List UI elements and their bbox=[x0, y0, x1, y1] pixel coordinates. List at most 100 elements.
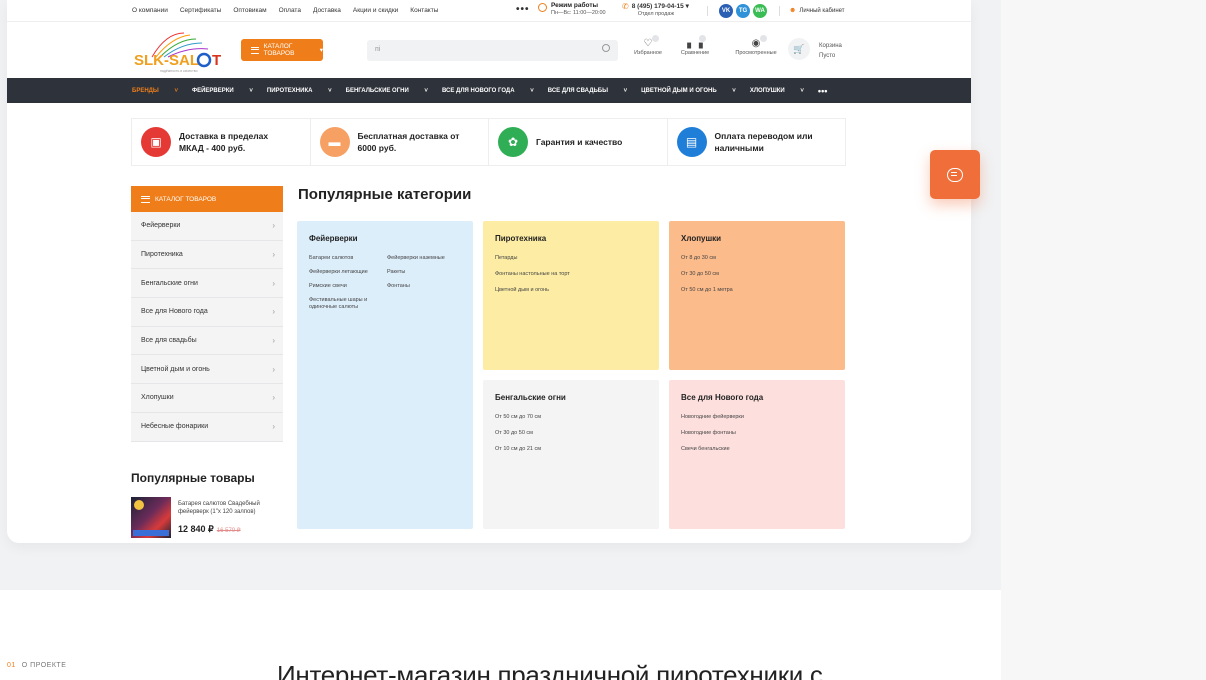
vk-icon[interactable]: VK bbox=[719, 4, 733, 18]
sidebar-item-lanterns[interactable]: Небесные фонарики › bbox=[131, 413, 283, 442]
card-link[interactable]: Фестивальные шары и одиночные салюты bbox=[309, 297, 387, 311]
popular-goods-title: Популярные товары bbox=[131, 471, 255, 485]
product-image[interactable] bbox=[131, 497, 171, 538]
card-link[interactable]: Свечи бенгальские bbox=[681, 446, 833, 453]
nav-item-smoke[interactable]: ЦВЕТНОЙ ДЫМ И ОГОНЬ ˅ bbox=[641, 88, 736, 94]
catalog-button-label: КАТАЛОГ ТОВАРОВ bbox=[263, 43, 295, 57]
viewed-button[interactable]: ◉ Просмотренные bbox=[730, 35, 782, 56]
nav-more-button[interactable]: ••• bbox=[818, 86, 827, 96]
favorites-label: Избранное bbox=[634, 50, 662, 56]
top-link-certificates[interactable]: Сертификаты bbox=[180, 7, 221, 14]
product-card[interactable]: Батарея салютов Свадебный фейерверк (1"х… bbox=[131, 497, 283, 541]
chevron-right-icon: › bbox=[272, 250, 275, 260]
card-link[interactable]: Новогодние фонтаны bbox=[681, 430, 833, 437]
benefit-guarantee: ✿ Гарантия и качество bbox=[489, 119, 668, 165]
top-link-contacts[interactable]: Контакты bbox=[410, 7, 438, 14]
category-card-sparklers[interactable]: Бенгальские огни От 50 см до 70 см От 30… bbox=[483, 380, 659, 529]
nav-item-wedding[interactable]: ВСЕ ДЛЯ СВАДЬБЫ ˅ bbox=[548, 88, 627, 94]
site-logo[interactable]: SLK-SAL T надёжность и качество bbox=[132, 31, 227, 73]
top-link-about[interactable]: О компании bbox=[132, 7, 168, 14]
card-title[interactable]: Пиротехника bbox=[495, 234, 647, 243]
section-label: О ПРОЕКТЕ bbox=[21, 662, 67, 669]
search-query: пі bbox=[375, 46, 381, 53]
sidebar-title: КАТАЛОГ ТОВАРОВ bbox=[155, 195, 217, 203]
cart-icon[interactable]: 🛒 bbox=[788, 38, 810, 60]
card-link[interactable]: Фейерверки наземные bbox=[387, 255, 457, 262]
top-link-wholesale[interactable]: Оптовикам bbox=[233, 7, 266, 14]
card-title[interactable]: Бенгальские огни bbox=[495, 393, 647, 402]
nav-item-brands[interactable]: БРЕНДЫ ˅ bbox=[132, 88, 178, 94]
top-link-delivery[interactable]: Доставка bbox=[313, 7, 341, 14]
card-link[interactable]: Фейерверки летающие bbox=[309, 269, 387, 276]
telegram-icon[interactable]: TG bbox=[736, 4, 750, 18]
sidebar-item-sparklers[interactable]: Бенгальские огни › bbox=[131, 269, 283, 299]
card-link[interactable]: От 30 до 50 см bbox=[681, 271, 833, 278]
benefit-payment: ▤ Оплата переводом или наличными bbox=[668, 119, 846, 165]
card-link[interactable]: Ракеты bbox=[387, 269, 457, 276]
sidebar-item-fireworks[interactable]: Фейерверки › bbox=[131, 212, 283, 241]
category-card-pyrotechnics[interactable]: Пиротехника Петарды Фонтаны настольные н… bbox=[483, 221, 659, 370]
card-link[interactable]: Цветной дым и огонь bbox=[495, 287, 647, 294]
card-title[interactable]: Фейерверки bbox=[309, 234, 461, 243]
nav-item-poppers[interactable]: ХЛОПУШКИ ˅ bbox=[750, 88, 804, 94]
user-icon: ☻ bbox=[789, 7, 797, 14]
category-card-new-year[interactable]: Все для Нового года Новогодние фейерверк… bbox=[669, 380, 845, 529]
card-link[interactable]: Батареи салютов bbox=[309, 255, 387, 262]
top-links: О компании Сертификаты Оптовикам Оплата … bbox=[132, 7, 450, 14]
card-title[interactable]: Все для Нового года bbox=[681, 393, 833, 402]
about-section-label: 01 О ПРОЕКТЕ bbox=[7, 662, 66, 669]
search-input[interactable]: пі bbox=[367, 40, 618, 61]
card-title[interactable]: Хлопушки bbox=[681, 234, 833, 243]
sidebar-catalog-header[interactable]: КАТАЛОГ ТОВАРОВ bbox=[131, 186, 283, 212]
nav-item-sparklers[interactable]: БЕНГАЛЬСКИЕ ОГНИ ˅ bbox=[346, 88, 428, 94]
card-link[interactable]: Фонтаны настольные на торт bbox=[495, 271, 647, 278]
nav-item-pyrotechnics[interactable]: ПИРОТЕХНИКА ˅ bbox=[267, 88, 332, 94]
product-old-price: 16 570 ₽ bbox=[216, 528, 241, 534]
catalog-button[interactable]: КАТАЛОГ ТОВАРОВ ▾ bbox=[241, 39, 323, 61]
top-link-payment[interactable]: Оплата bbox=[279, 7, 301, 14]
sidebar-item-poppers[interactable]: Хлопушки › bbox=[131, 384, 283, 413]
top-more-button[interactable]: ••• bbox=[516, 4, 530, 15]
account-label: Личный кабинет bbox=[799, 7, 845, 14]
product-name[interactable]: Батарея салютов Свадебный фейерверк (1"х… bbox=[178, 500, 283, 516]
category-card-poppers[interactable]: Хлопушки От 8 до 30 см От 30 до 50 см От… bbox=[669, 221, 845, 370]
card-link[interactable]: Римские свечи bbox=[309, 283, 387, 290]
sidebar-item-new-year[interactable]: Все для Нового года › bbox=[131, 298, 283, 327]
card-link[interactable]: Фонтаны bbox=[387, 283, 457, 290]
chevron-right-icon: › bbox=[272, 393, 275, 403]
card-link[interactable]: От 30 до 50 см bbox=[495, 430, 647, 437]
category-card-fireworks[interactable]: Фейерверки Батареи салютов Фейерверки на… bbox=[297, 221, 473, 529]
phone-block[interactable]: ✆ 8 (495) 179-04-15 ▾ Отдел продаж bbox=[622, 2, 689, 17]
popular-categories-title: Популярные категории bbox=[298, 186, 472, 203]
cart-summary[interactable]: Корзина Пусто bbox=[819, 41, 842, 61]
favorites-button[interactable]: ♡ Избранное bbox=[627, 35, 669, 56]
sidebar-item-wedding[interactable]: Все для свадьбы › bbox=[131, 327, 283, 356]
nav-item-new-year[interactable]: ВСЕ ДЛЯ НОВОГО ГОДА ˅ bbox=[442, 88, 534, 94]
top-link-promotions[interactable]: Акции и скидки bbox=[353, 7, 398, 14]
card-link[interactable]: От 10 см до 21 см bbox=[495, 446, 647, 453]
menu-icon bbox=[251, 46, 259, 54]
sidebar-item-smoke[interactable]: Цветной дым и огонь › bbox=[131, 355, 283, 385]
chevron-right-icon: › bbox=[272, 307, 275, 317]
chat-button[interactable] bbox=[930, 150, 980, 199]
count-badge bbox=[760, 35, 767, 42]
card-link[interactable]: От 50 см до 1 метра bbox=[681, 287, 833, 294]
card-link[interactable]: От 50 см до 70 см bbox=[495, 414, 647, 421]
sidebar-item-pyrotechnics[interactable]: Пиротехника › bbox=[131, 241, 283, 270]
compare-button[interactable]: ▖▗ Сравнение bbox=[674, 35, 716, 56]
card-link[interactable]: Новогодние фейерверки bbox=[681, 414, 833, 421]
card-icon: ▤ bbox=[676, 127, 707, 157]
whatsapp-icon[interactable]: WA bbox=[753, 4, 767, 18]
divider bbox=[707, 6, 708, 16]
card-link[interactable]: Петарды bbox=[495, 255, 647, 262]
chevron-right-icon: › bbox=[272, 422, 275, 432]
search-icon[interactable] bbox=[602, 44, 610, 52]
card-link[interactable]: От 8 до 30 см bbox=[681, 255, 833, 262]
svg-text:T: T bbox=[212, 52, 221, 69]
right-margin bbox=[1001, 0, 1206, 680]
account-link[interactable]: ☻ Личный кабинет bbox=[789, 7, 845, 14]
working-hours[interactable]: Режим работы Пн—Вс: 11:00—20:00 bbox=[538, 2, 606, 16]
nav-item-fireworks[interactable]: ФЕЙЕРВЕРКИ ˅ bbox=[192, 88, 253, 94]
phone-number: 8 (495) 179-04-15 bbox=[631, 3, 684, 10]
count-badge bbox=[652, 35, 659, 42]
